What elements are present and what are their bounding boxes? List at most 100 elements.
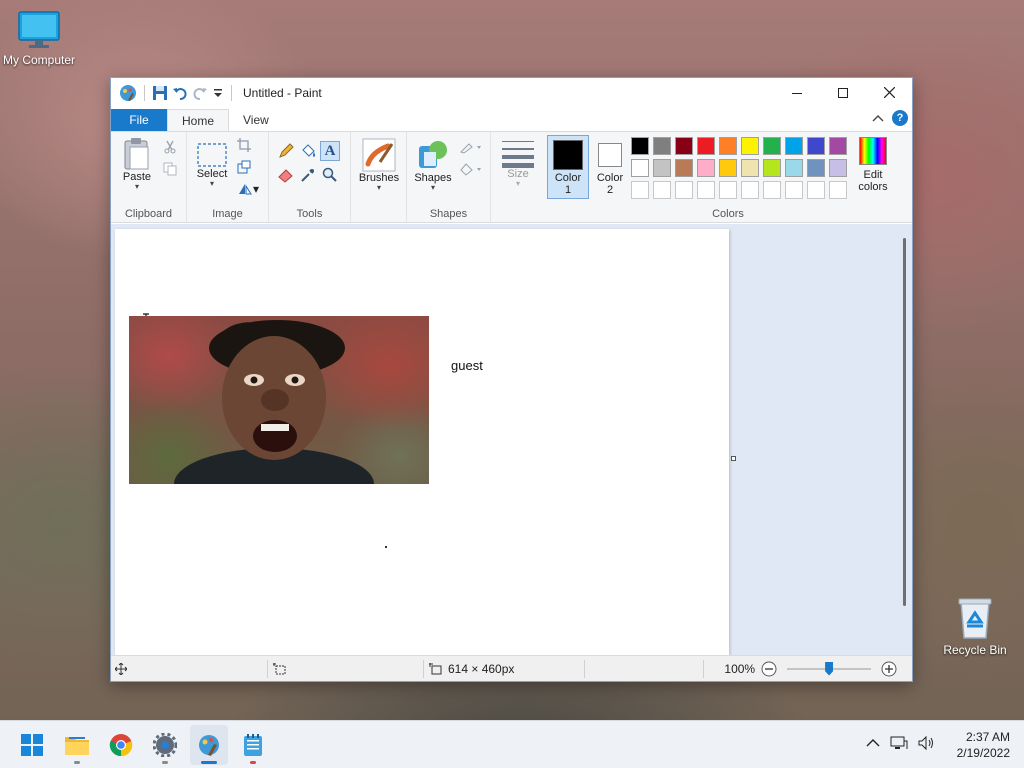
undo-icon[interactable] bbox=[172, 85, 188, 101]
crop-icon bbox=[237, 138, 251, 152]
zoom-in-icon[interactable] bbox=[881, 661, 897, 677]
palette-swatch[interactable] bbox=[719, 159, 737, 177]
paste-button[interactable]: Paste ▾ bbox=[119, 137, 155, 191]
clock[interactable]: 2:37 AM 2/19/2022 bbox=[957, 729, 1010, 761]
palette-swatch[interactable] bbox=[719, 137, 737, 155]
group-brushes[interactable]: Brushes ▾ bbox=[351, 132, 407, 222]
color1-button[interactable]: Color 1 bbox=[547, 135, 589, 199]
tab-home[interactable]: Home bbox=[167, 109, 230, 131]
palette-swatch[interactable] bbox=[785, 159, 803, 177]
dropdown-arrow-icon: ▾ bbox=[376, 183, 381, 192]
select-button[interactable]: Select ▾ bbox=[193, 142, 231, 188]
palette-swatch[interactable] bbox=[829, 159, 847, 177]
paint-app-icon[interactable] bbox=[119, 84, 137, 102]
color2-button[interactable]: Color 2 bbox=[591, 135, 629, 199]
save-icon[interactable] bbox=[152, 85, 168, 101]
palette-swatch[interactable] bbox=[763, 181, 781, 199]
taskbar-file-explorer[interactable] bbox=[63, 731, 91, 759]
palette-swatch[interactable] bbox=[697, 137, 715, 155]
palette-swatch[interactable] bbox=[675, 137, 693, 155]
desktop-icon-my-computer[interactable]: My Computer bbox=[0, 10, 82, 67]
close-button[interactable] bbox=[866, 78, 912, 107]
palette-swatch[interactable] bbox=[785, 181, 803, 199]
palette-swatch[interactable] bbox=[741, 181, 759, 199]
color1-number: 1 bbox=[564, 184, 572, 196]
vertical-scrollbar[interactable] bbox=[903, 238, 906, 606]
text-tool[interactable]: A bbox=[320, 141, 340, 161]
zoom-out-icon[interactable] bbox=[761, 661, 777, 677]
taskbar-chrome[interactable] bbox=[107, 731, 135, 759]
palette-swatch[interactable] bbox=[763, 159, 781, 177]
collapse-ribbon-icon[interactable] bbox=[872, 113, 884, 123]
start-icon bbox=[21, 734, 43, 756]
canvas-resize-handle-right[interactable] bbox=[731, 456, 736, 461]
palette-swatch[interactable] bbox=[631, 137, 649, 155]
taskbar-notepad[interactable] bbox=[239, 731, 267, 759]
palette-swatch[interactable] bbox=[741, 137, 759, 155]
outline-button[interactable] bbox=[457, 138, 485, 156]
palette-swatch[interactable] bbox=[653, 181, 671, 199]
palette-swatch[interactable] bbox=[741, 159, 759, 177]
palette-swatch[interactable] bbox=[653, 159, 671, 177]
color2-label: Color bbox=[596, 172, 624, 184]
copy-button[interactable] bbox=[161, 160, 179, 178]
edit-colors-button[interactable]: Edit colors bbox=[851, 135, 895, 199]
tab-file[interactable]: File bbox=[111, 109, 167, 131]
dropdown-arrow-icon: ▾ bbox=[252, 182, 260, 196]
palette-swatch[interactable] bbox=[763, 137, 781, 155]
start-button[interactable] bbox=[18, 731, 46, 759]
palette-swatch[interactable] bbox=[719, 181, 737, 199]
canvas-area[interactable]: guest bbox=[111, 224, 912, 656]
taskbar-settings[interactable] bbox=[151, 731, 179, 759]
customize-quick-access-icon[interactable] bbox=[212, 85, 224, 101]
running-indicator bbox=[250, 761, 256, 764]
drawing-canvas[interactable]: guest bbox=[115, 229, 736, 656]
palette-swatch[interactable] bbox=[807, 137, 825, 155]
shapes-button[interactable]: Shapes ▾ bbox=[411, 138, 455, 192]
resize-button[interactable] bbox=[235, 158, 253, 176]
pencil-tool[interactable] bbox=[277, 142, 295, 160]
palette-swatch[interactable] bbox=[785, 137, 803, 155]
color-palette bbox=[631, 137, 851, 203]
tab-view[interactable]: View bbox=[229, 109, 283, 131]
cut-button[interactable] bbox=[161, 138, 179, 156]
palette-swatch[interactable] bbox=[807, 159, 825, 177]
group-size[interactable]: Size ▾ bbox=[491, 132, 545, 222]
redo-icon[interactable] bbox=[192, 85, 208, 101]
crop-button[interactable] bbox=[235, 136, 253, 154]
chevron-up-icon[interactable] bbox=[866, 738, 880, 748]
palette-swatch[interactable] bbox=[631, 181, 649, 199]
canvas-text-box[interactable]: guest bbox=[451, 358, 483, 373]
zoom-slider-thumb[interactable] bbox=[825, 661, 834, 676]
palette-swatch[interactable] bbox=[631, 159, 649, 177]
pasted-photo[interactable] bbox=[129, 316, 429, 484]
shapes-icon bbox=[419, 141, 447, 168]
zoom-slider[interactable] bbox=[787, 661, 872, 677]
palette-swatch[interactable] bbox=[829, 181, 847, 199]
fill-button[interactable] bbox=[457, 160, 485, 178]
size-button[interactable]: Size ▾ bbox=[499, 138, 537, 188]
fill-tool[interactable] bbox=[299, 142, 317, 160]
maximize-button[interactable] bbox=[820, 78, 866, 107]
color-picker-tool[interactable] bbox=[299, 166, 317, 184]
eraser-tool[interactable] bbox=[277, 166, 295, 184]
network-icon[interactable] bbox=[890, 735, 908, 751]
quick-access-toolbar bbox=[111, 84, 235, 102]
dropdown-arrow-icon: ▾ bbox=[134, 182, 139, 191]
zoom-level: 100% bbox=[724, 661, 756, 676]
palette-swatch[interactable] bbox=[829, 137, 847, 155]
volume-icon[interactable] bbox=[918, 735, 936, 751]
palette-swatch[interactable] bbox=[675, 181, 693, 199]
help-button[interactable]: ? bbox=[892, 110, 908, 126]
minimize-button[interactable] bbox=[774, 78, 820, 107]
taskbar-paint[interactable] bbox=[195, 731, 223, 759]
palette-swatch[interactable] bbox=[807, 181, 825, 199]
rotate-button[interactable]: ▾ bbox=[235, 180, 261, 198]
palette-swatch[interactable] bbox=[697, 159, 715, 177]
magnifier-tool[interactable] bbox=[321, 166, 339, 184]
palette-swatch[interactable] bbox=[653, 137, 671, 155]
palette-swatch[interactable] bbox=[697, 181, 715, 199]
brushes-button[interactable]: Brushes ▾ bbox=[355, 138, 403, 192]
palette-swatch[interactable] bbox=[675, 159, 693, 177]
desktop-icon-recycle-bin[interactable]: Recycle Bin bbox=[932, 596, 1018, 657]
